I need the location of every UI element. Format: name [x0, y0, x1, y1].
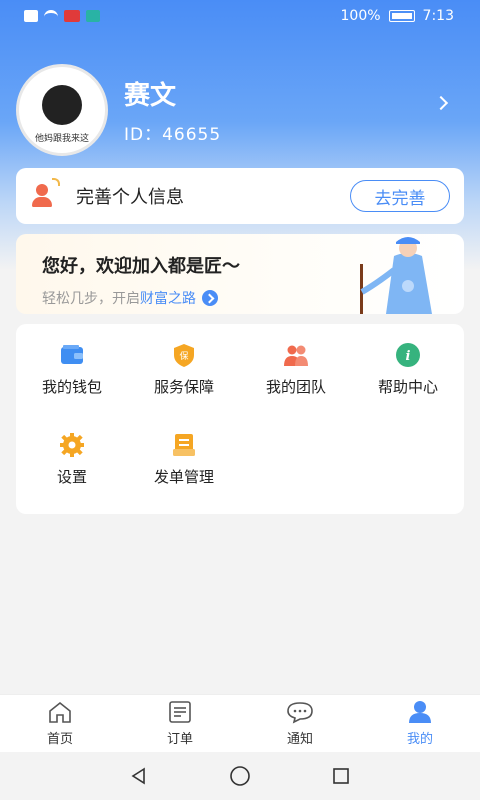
status-bar: 100% 7:13 [0, 0, 480, 32]
profile-id: ID：46655 [124, 125, 222, 145]
chat-icon [287, 702, 313, 724]
shield-icon: 保 [174, 344, 194, 367]
welcome-banner[interactable]: 您好，欢迎加入都是匠～ 轻松几步，开启 财富之路 [16, 234, 464, 314]
orders-icon [169, 701, 191, 723]
avatar-caption: 他妈跟我来这 [34, 133, 89, 144]
menu-item-label: 发单管理 [153, 468, 214, 486]
bottom-tab-bar: 首页 订单 通知 我的 [0, 694, 480, 752]
team-icon [284, 345, 308, 366]
menu-item-label: 帮助中心 [377, 378, 438, 396]
menu-item-label: 服务保障 [153, 378, 214, 396]
home-icon [49, 701, 71, 723]
gear-icon [60, 433, 84, 457]
complete-profile-text: 完善个人信息 [76, 187, 184, 208]
book-icon [86, 10, 100, 22]
profile-name: 赛文 [124, 81, 177, 111]
order-manage-icon [173, 434, 195, 456]
clock: 7:13 [422, 8, 454, 24]
tab-orders[interactable]: 订单 [120, 695, 240, 752]
arrow-right-circle-icon[interactable] [202, 290, 218, 306]
chevron-right-icon[interactable] [433, 95, 449, 111]
worker-illustration [360, 237, 432, 314]
help-icon: i [396, 343, 420, 367]
app-notification-icon [64, 10, 80, 22]
tab-label: 通知 [286, 732, 313, 747]
menu-item-team[interactable]: 我的团队 [240, 342, 352, 432]
battery-percent: 100% [340, 8, 381, 24]
battery-icon [388, 10, 415, 22]
wifi-icon [44, 10, 58, 22]
menu-item-help[interactable]: i 帮助中心 [352, 342, 464, 432]
avatar-face [42, 84, 82, 125]
profile-icon [409, 701, 431, 723]
avatar[interactable]: 他妈跟我来这 [16, 64, 108, 156]
tab-notifications[interactable]: 通知 [240, 695, 360, 752]
tab-home[interactable]: 首页 [0, 695, 120, 752]
user-info-icon [30, 178, 60, 208]
feature-menu: 我的钱包 保 服务保障 我的团队 i 帮助中心 设置 发单管理 [16, 324, 464, 514]
welcome-sub-prefix: 轻松几步，开启 [42, 291, 140, 307]
recent-apps-icon[interactable] [331, 766, 351, 786]
svg-text:i: i [406, 349, 411, 364]
back-icon[interactable] [129, 766, 149, 786]
menu-item-label: 我的钱包 [41, 378, 102, 396]
tab-label: 订单 [166, 732, 193, 747]
tab-label: 我的 [406, 732, 433, 747]
tab-label: 首页 [46, 732, 73, 747]
menu-item-wallet[interactable]: 我的钱包 [16, 342, 128, 432]
menu-item-label: 我的团队 [265, 378, 326, 396]
home-circle-icon[interactable] [229, 765, 251, 787]
complete-profile-card[interactable]: 完善个人信息 去完善 [16, 168, 464, 224]
profile-header[interactable]: 他妈跟我来这 赛文 ID：46655 [16, 64, 464, 156]
alert-icon [24, 10, 38, 22]
menu-item-order-management[interactable]: 发单管理 [128, 432, 240, 522]
svg-text:保: 保 [179, 350, 188, 362]
complete-profile-button[interactable]: 去完善 [350, 180, 450, 212]
system-navigation-bar [0, 752, 480, 800]
wallet-icon [61, 345, 83, 364]
welcome-sub-highlight[interactable]: 财富之路 [140, 288, 196, 308]
menu-item-service-guarantee[interactable]: 保 服务保障 [128, 342, 240, 432]
menu-item-settings[interactable]: 设置 [16, 432, 128, 522]
tab-profile[interactable]: 我的 [360, 695, 480, 752]
menu-item-label: 设置 [56, 468, 87, 486]
